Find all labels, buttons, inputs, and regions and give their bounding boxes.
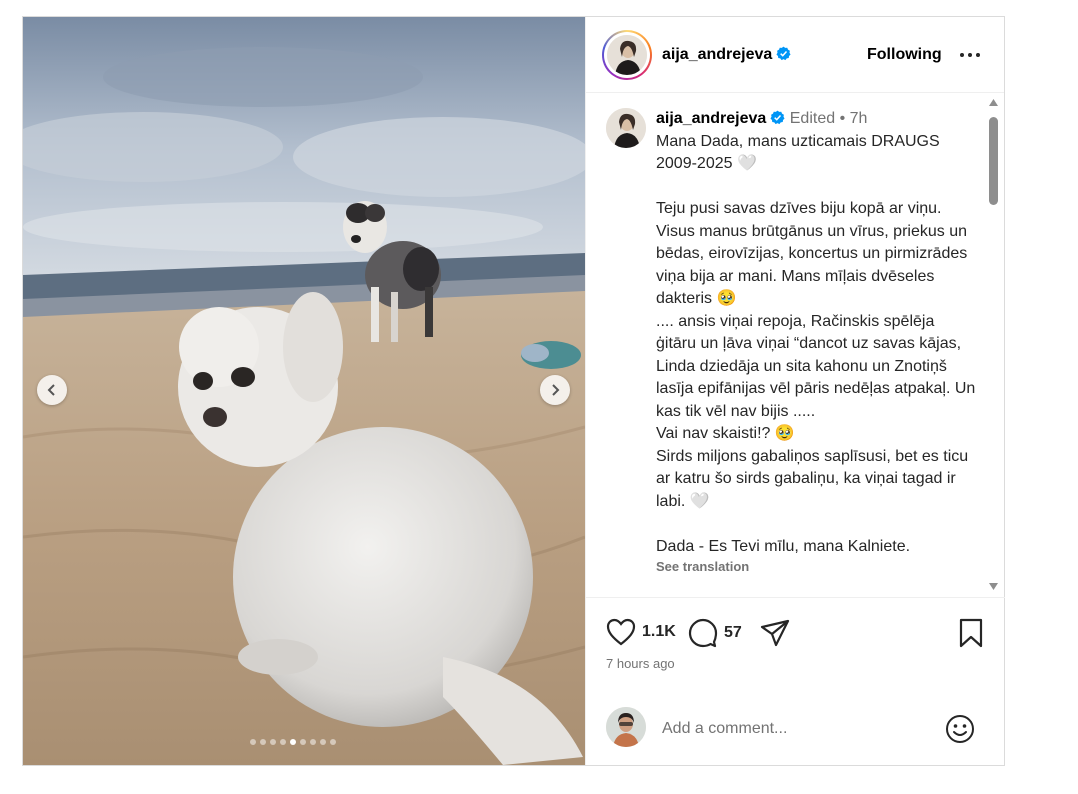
caption-age[interactable]: 7h (850, 110, 868, 127)
post-media[interactable] (23, 17, 585, 765)
chevron-right-icon (552, 384, 560, 396)
post-header: aija_andrejeva Following (586, 17, 1004, 93)
post-card: aija_andrejeva Following aija_andrejeva … (22, 16, 1005, 766)
bookmark-icon (959, 618, 983, 648)
see-translation-link[interactable]: See translation (656, 556, 976, 579)
profile-photo (606, 707, 646, 747)
verified-badge-icon (770, 110, 785, 125)
following-button[interactable]: Following (867, 46, 942, 64)
post-author-username[interactable]: aija_andrejeva (662, 46, 791, 64)
caption-body: aija_andrejeva Edited • 7h Mana Dada, ma… (656, 108, 976, 579)
verified-badge-icon (776, 46, 791, 60)
comment-composer (586, 685, 1005, 765)
pagination-dot (260, 739, 266, 745)
avatar (607, 34, 647, 75)
heart-icon (606, 618, 636, 646)
avatar-story-ring[interactable] (602, 29, 652, 80)
post-timestamp[interactable]: 7 hours ago (606, 656, 675, 671)
meta-separator: • (839, 110, 846, 127)
comment-bubble-icon (688, 618, 718, 648)
scrollbar-thumb[interactable] (989, 117, 998, 205)
username-text[interactable]: aija_andrejeva (662, 46, 772, 63)
post-side-panel: aija_andrejeva Following aija_andrejeva … (585, 17, 1005, 765)
like-button[interactable]: 1.1K (606, 618, 676, 646)
media-pagination-dots (250, 739, 336, 745)
caption-username[interactable]: aija_andrejeva (656, 110, 766, 127)
share-button[interactable] (760, 618, 790, 648)
pagination-dot (310, 739, 316, 745)
pagination-dot (250, 739, 256, 745)
chevron-left-icon (47, 384, 55, 396)
scroll-down-arrow-icon[interactable] (989, 583, 998, 590)
post-photo (23, 17, 585, 765)
scroll-up-arrow-icon[interactable] (989, 99, 998, 106)
like-count[interactable]: 1.1K (642, 623, 676, 641)
edited-label: Edited (789, 110, 836, 127)
more-horizontal-icon[interactable] (959, 45, 981, 65)
emoji-icon[interactable] (945, 714, 975, 744)
caption-scrollbar[interactable] (986, 97, 1000, 595)
comment-input[interactable] (662, 717, 932, 741)
current-user-avatar (606, 707, 646, 747)
comment-button[interactable]: 57 (688, 618, 742, 648)
caption-text: Mana Dada, mans uzticamais DRAUGS 2009-2… (656, 132, 976, 555)
profile-photo (607, 34, 647, 75)
profile-photo (606, 108, 646, 148)
save-button[interactable] (958, 618, 984, 648)
pagination-dot (320, 739, 326, 745)
pagination-dot (330, 739, 336, 745)
pagination-dot (300, 739, 306, 745)
pagination-dot (270, 739, 276, 745)
post-actions: 1.1K 57 7 hours ago (586, 597, 1005, 685)
send-paper-plane-icon (760, 619, 790, 647)
previous-media-button[interactable] (37, 375, 67, 405)
pagination-dot (290, 739, 296, 745)
pagination-dot (280, 739, 286, 745)
next-media-button[interactable] (540, 375, 570, 405)
caption-header: aija_andrejeva Edited • 7h (656, 108, 976, 131)
comment-count[interactable]: 57 (724, 624, 742, 642)
caption-scroll-area[interactable]: aija_andrejeva Edited • 7h Mana Dada, ma… (586, 94, 1005, 597)
caption-author-avatar[interactable] (606, 108, 646, 148)
